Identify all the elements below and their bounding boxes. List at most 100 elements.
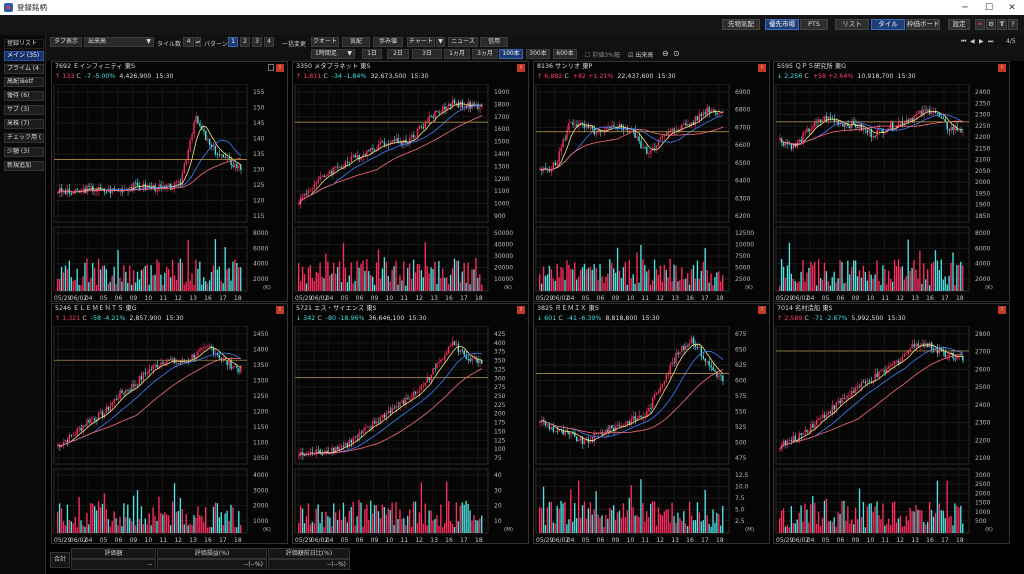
sidebar-item-small[interactable]: 少額 (3) — [4, 147, 44, 157]
alert-icon[interactable]: ! — [758, 306, 766, 314]
chart-view-button[interactable]: チャート — [407, 37, 435, 47]
pattern-4-button[interactable]: 4 — [264, 37, 274, 47]
range-3m-button[interactable]: 3ヵ月 — [472, 49, 498, 59]
page-first-icon[interactable]: ⏮ — [961, 38, 966, 46]
page-last-icon[interactable]: ⏭ — [988, 38, 993, 46]
time-tick-label: 10 — [386, 295, 394, 302]
margin-view-button[interactable]: 信用 — [480, 37, 508, 47]
page-next-icon[interactable]: ▶ — [979, 38, 984, 45]
tile-view-button[interactable]: タイル — [871, 19, 905, 30]
volume-bar — [360, 502, 362, 533]
candle-body — [399, 402, 401, 407]
candle-body — [428, 377, 430, 381]
alert-icon[interactable]: ! — [998, 64, 1006, 72]
volume-checkbox[interactable]: ☑ 出来高 — [628, 50, 653, 59]
settings-button[interactable]: 設定 — [948, 19, 970, 30]
tile-header[interactable]: 5595 ＱＰＳ研究所 東G — [774, 62, 1009, 72]
minimize-icon[interactable]: ─ — [954, 0, 976, 15]
volume-bar — [648, 517, 650, 533]
price-tick-label: 1200 — [253, 409, 268, 416]
tile-header[interactable]: 5721 エス・サイエンス 東S — [293, 304, 528, 314]
zoom-out-icon[interactable]: ⊖ — [662, 49, 669, 58]
link-icon[interactable]: ⚭ — [975, 19, 985, 30]
pts-button[interactable]: PTS — [800, 19, 828, 30]
stock-tile[interactable]: 5595 ＱＰＳ研究所 東G ↓ 2,256 C +58 +2.64% 10,91… — [773, 61, 1010, 302]
sidebar-item-dividend-etf[interactable]: 高配当etf — [4, 77, 44, 87]
volume-bar — [607, 273, 609, 291]
range-1m-button[interactable]: 1ヵ月 — [444, 49, 470, 59]
range-100-button[interactable]: 100本 — [499, 49, 523, 59]
sidebar-item-sub[interactable]: サブ (3) — [4, 105, 44, 115]
tile-count-input[interactable]: 4 — [183, 37, 194, 47]
alert-icon[interactable]: ! — [276, 306, 284, 314]
stock-tile[interactable]: 3350 メタプラネット 東S ↑ 1,811 C -34 -1.84% 32,6… — [292, 61, 529, 302]
volume-bar — [70, 521, 72, 533]
stock-tile[interactable]: 5721 エス・サイエンス 東S ↓ 342 C -80 -18.96% 36,6… — [292, 303, 529, 544]
gear-icon[interactable]: ⚙ — [986, 19, 996, 30]
interval-select[interactable]: 1時間足 ▼ — [311, 49, 355, 59]
tile-header[interactable]: 7014 名村造船 東S — [774, 304, 1009, 314]
futures-quote-button[interactable]: 先物気配 — [722, 19, 760, 30]
chart-dropdown-icon[interactable]: ▼ — [436, 37, 445, 47]
tick-view-button[interactable]: 歩み値 — [373, 37, 403, 47]
alert-icon[interactable]: ! — [517, 306, 525, 314]
sidebar-item-us-stocks[interactable]: 米株 (7) — [4, 119, 44, 129]
range-600-button[interactable]: 600本 — [553, 49, 577, 59]
tab-display-button[interactable]: タブ表示 — [50, 37, 82, 47]
volume-bar — [395, 260, 397, 291]
tile-quote: ↑ 6,882 C +82 +1.21% 22,437,600 15:30 — [534, 72, 769, 82]
news-view-button[interactable]: ニュース — [448, 37, 478, 47]
range-3d-button[interactable]: 3日 — [412, 49, 442, 59]
stock-tile[interactable]: 8136 サンリオ 東P ↑ 6,882 C +82 +1.21% 22,437,… — [533, 61, 770, 302]
tile-header[interactable]: 8136 サンリオ 東P — [534, 62, 769, 72]
page-prev-icon[interactable]: ◀ — [970, 38, 975, 45]
candle-body — [560, 147, 562, 152]
stock-tile[interactable]: 7014 名村造船 東S ↑ 2,589 C -71 -2.67% 5,992,5… — [773, 303, 1010, 544]
candle-body — [888, 365, 890, 369]
sidebar-item-main[interactable]: メイン (35) — [4, 51, 44, 61]
tile-header[interactable]: 3825 ＲＥＭＩＸ 東S — [534, 304, 769, 314]
sidebar-item-add-new[interactable]: 新規追加 — [4, 161, 44, 171]
stock-tile[interactable]: 3825 ＲＥＭＩＸ 東S ↓ 601 C -41 -6.39% 8,818,80… — [533, 303, 770, 544]
alert-icon[interactable]: ! — [758, 64, 766, 72]
volume-bar — [418, 512, 421, 533]
time-tick-label: 16 — [445, 295, 453, 302]
quote-view-button[interactable]: クオート — [311, 37, 339, 47]
prev-close-checkbox[interactable]: ☐ 前値3%幅 — [585, 50, 620, 59]
sort-select[interactable]: 出来高 ▼ — [84, 37, 154, 47]
stock-tile[interactable]: 5246 ＥＬＥＭＥＮＴＳ 東G ↑ 1,321 C -58 -4.21% 2,8… — [51, 303, 288, 544]
alert-icon[interactable]: ! — [517, 64, 525, 72]
alert-icon[interactable]: ! — [276, 64, 284, 72]
volume-bar — [687, 526, 689, 533]
pattern-1-button[interactable]: 1 — [228, 37, 238, 47]
alert-icon[interactable]: ! — [998, 306, 1006, 314]
moving-average-line — [298, 104, 483, 205]
sidebar-item-benefits[interactable]: 優待 (6) — [4, 91, 44, 101]
stock-tile[interactable]: 7692 Ｅインフィニティ 東S ↑ 133 C -7 -5.00% 4,426,… — [51, 61, 288, 302]
tile-header[interactable]: 3350 メタプラネット 東S — [293, 62, 528, 72]
tile-count-stepper[interactable]: ▴▾ — [195, 37, 201, 47]
candle-body — [845, 397, 847, 399]
pattern-3-button[interactable]: 3 — [252, 37, 262, 47]
sidebar-item-check[interactable]: チェック用 ( — [4, 133, 44, 143]
pattern-2-button[interactable]: 2 — [240, 37, 250, 47]
volume-bar — [854, 260, 857, 291]
zoom-reset-icon[interactable]: ⊙ — [673, 49, 680, 58]
tile-header[interactable]: 7692 Ｅインフィニティ 東S — [52, 62, 287, 72]
tile-header[interactable]: 5246 ＥＬＥＭＥＮＴＳ 東G — [52, 304, 287, 314]
close-icon[interactable]: ✕ — [1001, 0, 1023, 15]
text-size-icon[interactable]: T — [997, 19, 1007, 30]
volume-bar — [166, 266, 168, 291]
price-board-button[interactable]: 枠価ボード — [906, 19, 940, 30]
list-view-button[interactable]: リスト — [835, 19, 869, 30]
range-1d-button[interactable]: 1日 — [362, 49, 382, 59]
maximize-icon[interactable]: ☐ — [978, 0, 1000, 15]
board-view-button[interactable]: 気配 — [342, 37, 370, 47]
range-2d-button[interactable]: 2日 — [387, 49, 409, 59]
range-300-button[interactable]: 300本 — [526, 49, 550, 59]
sidebar-item-prime[interactable]: プライム (4 — [4, 64, 44, 74]
volume-bar — [479, 274, 481, 291]
help-icon[interactable]: ? — [1008, 19, 1018, 30]
volume-bar — [331, 525, 333, 533]
priority-market-button[interactable]: 優先市場 — [765, 19, 799, 30]
